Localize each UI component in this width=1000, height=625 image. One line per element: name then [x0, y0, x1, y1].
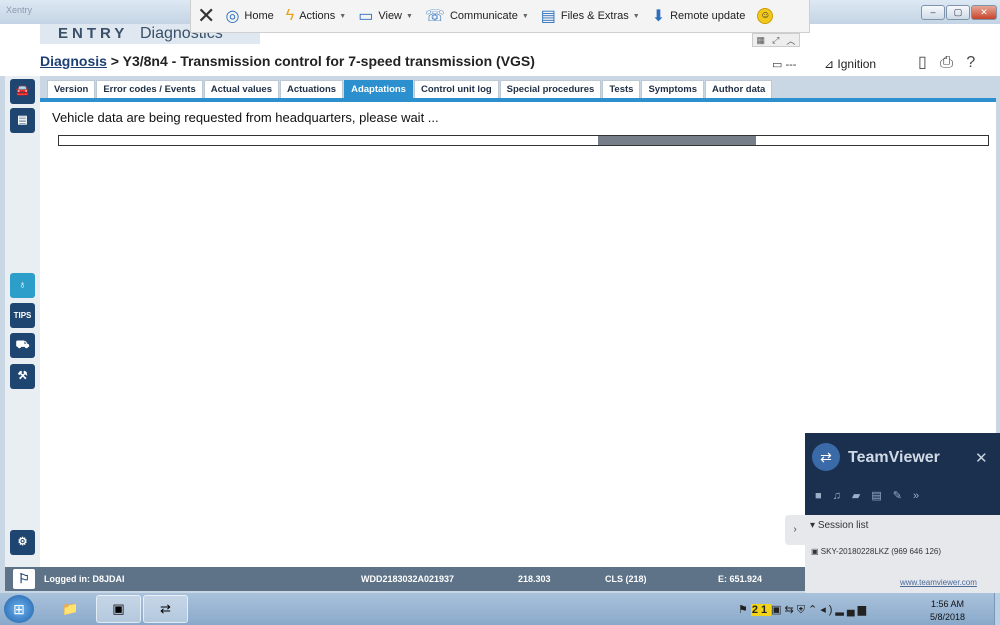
tray-network-icon[interactable]: ⇆: [785, 604, 797, 616]
progress-bar: [58, 135, 989, 146]
tips-button[interactable]: TIPS: [10, 303, 35, 328]
chat-icon[interactable]: ▰: [852, 490, 871, 502]
tray-badge[interactable]: 21: [750, 604, 772, 616]
close-icon[interactable]: ✕: [197, 3, 215, 29]
monitor-icon: ▭: [358, 8, 374, 25]
car-service-icon[interactable]: ⛟: [10, 333, 35, 358]
breadcrumb: Diagnosis > Y3/8n4 - Transmission contro…: [40, 53, 535, 69]
chevron-up-icon[interactable]: ︿: [786, 34, 795, 47]
session-list-header[interactable]: ▾ Session list: [810, 520, 868, 531]
tv-remote-update-button[interactable]: ⬇ Remote update: [652, 6, 746, 26]
files-icon[interactable]: ▤: [871, 490, 892, 502]
tray-flag-icon[interactable]: ⚑: [738, 604, 751, 616]
logged-in-label: Logged in: D8JDAI: [44, 574, 125, 584]
tab-error-codes-events[interactable]: Error codes / Events: [96, 80, 203, 98]
tv-actions-button[interactable]: ϟ Actions ▼: [286, 7, 346, 25]
document-icon[interactable]: ▤: [10, 108, 35, 133]
tv-home-button[interactable]: ◎ Home: [225, 6, 273, 26]
tray-signal-icon[interactable]: ▂▄▆: [835, 604, 869, 616]
files-icon: ▤: [540, 8, 556, 25]
tv-files-button[interactable]: ▤ Files & Extras ▼: [541, 6, 640, 26]
show-desktop-button[interactable]: [994, 593, 1000, 625]
lightning-icon: ϟ: [285, 7, 295, 24]
page-title: > Y3/8n4 - Transmission control for 7-sp…: [106, 53, 535, 69]
toolbar-mini-buttons: ▦ ⤢ ︿: [752, 33, 800, 47]
system-tray: ⚑21▣⇆⛨⌃◂)▂▄▆: [738, 603, 869, 617]
tab-author-data[interactable]: Author data: [705, 80, 773, 98]
home-icon: ◎: [225, 8, 240, 25]
start-button[interactable]: ⊞: [4, 595, 34, 623]
battery-icon: ▭: [772, 59, 783, 71]
grid-icon[interactable]: ▦: [757, 35, 766, 46]
maximize-button[interactable]: ▢: [946, 5, 970, 20]
chevron-down-icon: ▼: [406, 12, 413, 20]
tray-up-icon[interactable]: ⌃: [808, 604, 820, 616]
chevron-down-icon: ▼: [521, 12, 529, 20]
help-icon[interactable]: ?: [966, 54, 975, 71]
settings-icon[interactable]: ⚙: [10, 530, 35, 555]
tool-icon[interactable]: ⚒: [10, 364, 35, 389]
clock-date: 5/8/2018: [930, 612, 966, 622]
clock[interactable]: 1:56 AM 5/8/2018: [930, 598, 965, 624]
teamviewer-toolbar: ✕ ◎ Home ϟ Actions ▼ ▭ View ▼ ☏ Communicate ▼ ▤…: [190, 0, 810, 33]
tray-app-icon[interactable]: ▣: [771, 604, 784, 616]
teamviewer-taskbar-icon[interactable]: ⇄: [143, 595, 188, 623]
vin-label: WDD2183032A021937: [361, 574, 455, 584]
tab-tests[interactable]: Tests: [602, 80, 641, 98]
tab-symptoms[interactable]: Symptoms: [641, 80, 705, 98]
minimize-button[interactable]: –: [921, 5, 945, 20]
tray-volume-icon[interactable]: ◂): [820, 604, 835, 616]
vehicle-code-label: 218.303: [518, 574, 551, 584]
chevron-down-icon: ▼: [339, 12, 347, 20]
more-icon[interactable]: »: [913, 490, 930, 502]
chevron-down-icon: ▼: [632, 12, 640, 20]
tab-control-unit-log[interactable]: Control unit log: [413, 80, 499, 98]
tab-bar: Version Error codes / Events Actual values…: [47, 80, 773, 98]
teamviewer-action-row: ■♫▰▤✎»: [815, 489, 930, 502]
progress-fill: [597, 136, 756, 145]
headset-icon[interactable]: ♫: [833, 490, 852, 502]
clock-time: 1:56 AM: [931, 599, 965, 609]
teamviewer-logo-icon: ⇄: [812, 443, 840, 471]
tab-version[interactable]: Version: [47, 80, 96, 98]
tab-actuations[interactable]: Actuations: [279, 80, 344, 98]
exit-icon[interactable]: ⚐: [13, 569, 35, 589]
tab-adaptations[interactable]: Adaptations: [344, 80, 413, 98]
ignition-icon: ⊿: [824, 57, 835, 71]
status-message: Vehicle data are being requested from he…: [52, 110, 439, 125]
battery-status: ▭ ---: [772, 59, 797, 71]
breadcrumb-diagnosis-link[interactable]: Diagnosis: [40, 53, 107, 69]
panel-close-icon[interactable]: ✕: [975, 449, 988, 467]
stethoscope-icon[interactable]: ♁: [10, 273, 35, 298]
window-title: Xentry: [6, 5, 33, 15]
taskbar-app-icon[interactable]: ▣: [96, 595, 141, 623]
printer-icon[interactable]: ⎙: [940, 54, 953, 71]
download-icon: ⬇: [651, 8, 666, 25]
model-label: CLS (218): [605, 574, 647, 584]
session-item[interactable]: ▣ SKY-20180228LKZ (969 646 126): [811, 547, 941, 556]
header-tools: ▯ ⎙ ?: [918, 52, 975, 72]
tab-actual-values[interactable]: Actual values: [203, 80, 279, 98]
engine-label: E: 651.924: [718, 574, 763, 584]
window-close-button[interactable]: ✕: [971, 5, 997, 20]
whiteboard-icon[interactable]: ✎: [893, 490, 913, 502]
fullscreen-icon[interactable]: ⤢: [772, 35, 779, 46]
tray-shield-icon[interactable]: ⛨: [797, 604, 808, 616]
brand-entry: ENTRY: [58, 25, 129, 42]
smiley-icon[interactable]: ☺: [757, 8, 774, 24]
teamviewer-url[interactable]: www.teamviewer.com: [900, 578, 977, 587]
phone-icon: ☏: [424, 8, 445, 25]
ignition-status: ⊿ Ignition: [824, 57, 877, 71]
teamviewer-name: TeamViewer: [848, 449, 940, 466]
tab-special-procedures[interactable]: Special procedures: [499, 80, 602, 98]
explorer-icon[interactable]: 📁: [48, 595, 93, 623]
book-icon[interactable]: ▯: [918, 54, 927, 71]
vehicle-icon[interactable]: 🚘: [10, 79, 35, 104]
tv-communicate-button[interactable]: ☏ Communicate ▼: [425, 6, 529, 26]
tv-view-button[interactable]: ▭ View ▼: [358, 6, 413, 26]
video-icon[interactable]: ■: [815, 490, 833, 502]
collapse-panel-button[interactable]: ›: [785, 515, 805, 545]
